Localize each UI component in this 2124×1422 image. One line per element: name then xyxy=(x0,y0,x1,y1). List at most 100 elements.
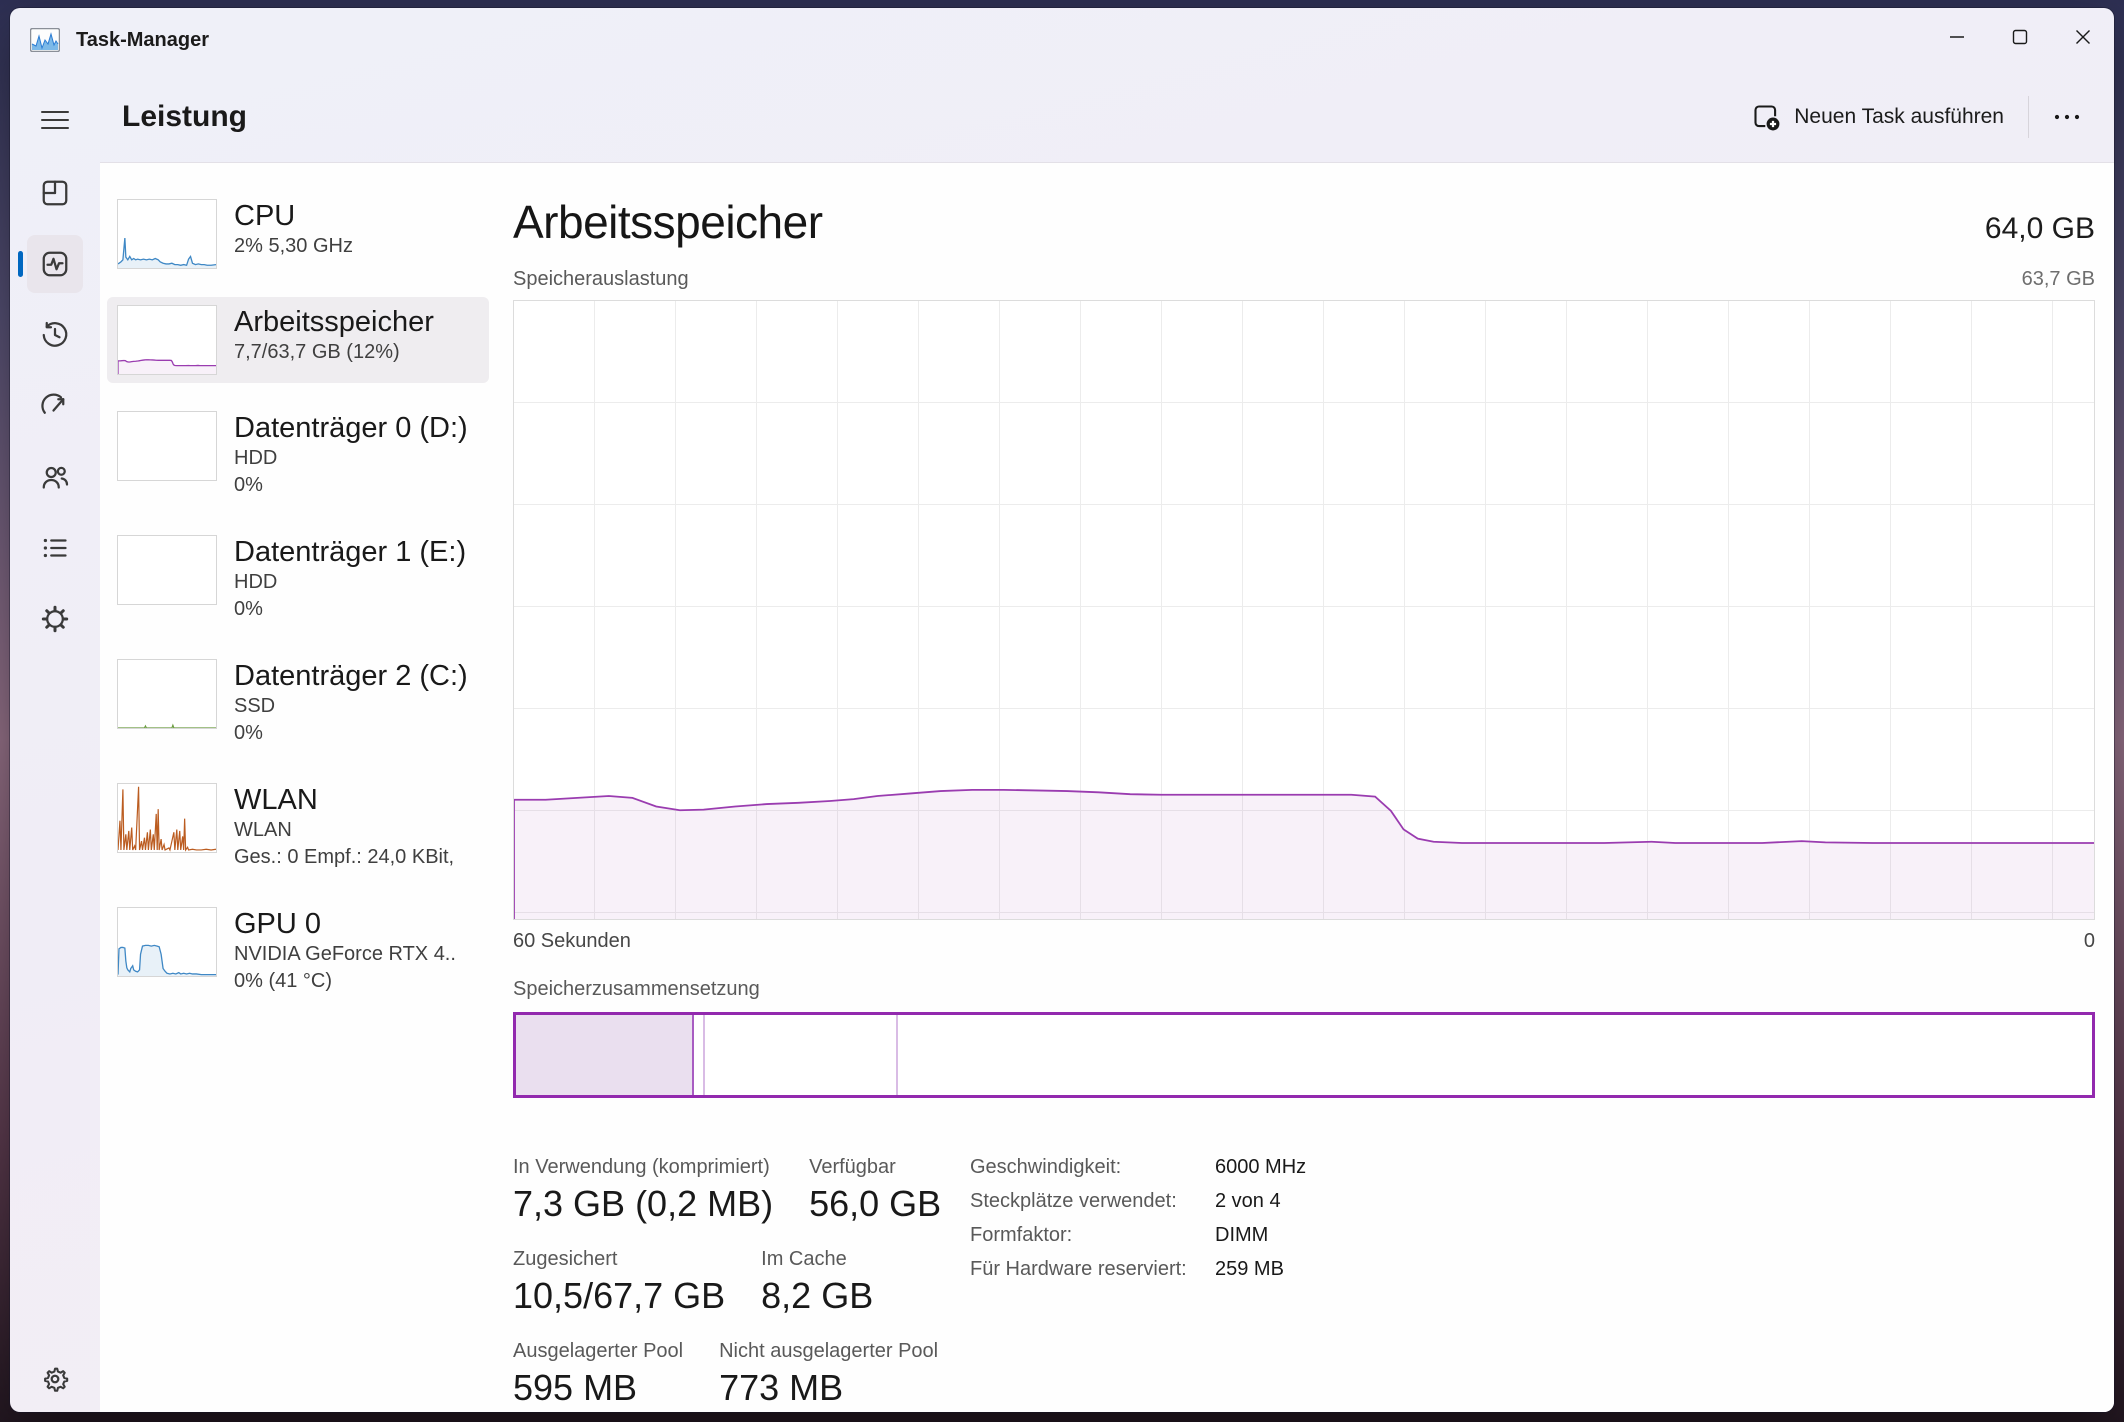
sidebar-item-app-history[interactable] xyxy=(27,306,83,364)
stat-label: In Verwendung (komprimiert) xyxy=(513,1154,773,1180)
perf-item-gpu[interactable]: GPU 0 NVIDIA GeForce RTX 4.. 0% (41 °C) xyxy=(107,899,489,1003)
stat-label: Verfügbar xyxy=(809,1154,941,1180)
perf-item-subline: 0% xyxy=(234,720,468,747)
perf-item-subline: NVIDIA GeForce RTX 4.. xyxy=(234,941,456,968)
sidebar-item-users[interactable] xyxy=(27,448,83,506)
stat-label: Ausgelagerter Pool xyxy=(513,1338,683,1364)
composition-divider-standby xyxy=(896,1015,898,1095)
hw-value: 6000 MHz xyxy=(1215,1154,1306,1180)
perf-item-disk0[interactable]: Datenträger 0 (D:) HDD 0% xyxy=(107,403,489,507)
navigation-menu-button[interactable] xyxy=(31,100,79,140)
stat-value: 8,2 GB xyxy=(761,1274,873,1318)
task-manager-window: Task-Manager xyxy=(10,8,2114,1412)
perf-item-subline: HDD xyxy=(234,569,466,596)
details-icon xyxy=(40,533,70,563)
ellipsis-icon xyxy=(2053,113,2081,121)
sidebar xyxy=(10,72,100,1412)
memory-capacity: 64,0 GB xyxy=(1985,200,2095,258)
memory-stats: In Verwendung (komprimiert) 7,3 GB (0,2 … xyxy=(513,1154,970,1412)
composition-label: Speicherzusammensetzung xyxy=(513,976,2095,1002)
perf-item-subline: Ges.: 0 Empf.: 24,0 KBit, xyxy=(234,844,454,871)
perf-item-title: GPU 0 xyxy=(234,907,456,941)
sidebar-item-performance[interactable] xyxy=(27,235,83,293)
sidebar-item-details[interactable] xyxy=(27,519,83,577)
close-button[interactable] xyxy=(2051,8,2114,66)
perf-item-subline: 0% (41 °C) xyxy=(234,968,456,995)
usage-graph-max: 63,7 GB xyxy=(2022,266,2095,292)
perf-item-wlan[interactable]: WLAN WLAN Ges.: 0 Empf.: 24,0 KBit, xyxy=(107,775,489,879)
perf-item-title: Arbeitsspeicher xyxy=(234,305,434,339)
perf-item-subline: 0% xyxy=(234,472,468,499)
perf-item-subline: HDD xyxy=(234,445,468,472)
perf-item-subline: 7,7/63,7 GB (12%) xyxy=(234,339,434,366)
perf-item-subline: WLAN xyxy=(234,817,454,844)
startup-apps-icon xyxy=(40,391,70,421)
perf-item-subline: 0% xyxy=(234,596,466,623)
app-history-icon xyxy=(40,320,70,350)
hw-label: Geschwindigkeit: xyxy=(970,1154,1215,1180)
window-title: Task-Manager xyxy=(76,29,209,52)
titlebar: Task-Manager xyxy=(10,8,2114,72)
hamburger-icon xyxy=(41,109,69,131)
perf-item-disk1[interactable]: Datenträger 1 (E:) HDD 0% xyxy=(107,527,489,631)
perf-item-disk2[interactable]: Datenträger 2 (C:) SSD 0% xyxy=(107,651,489,755)
perf-item-memory[interactable]: Arbeitsspeicher 7,7/63,7 GB (12%) xyxy=(107,297,489,383)
settings-gear-icon xyxy=(40,1364,70,1394)
cpu-sparkline-chart xyxy=(117,199,217,269)
run-new-task-button[interactable]: Neuen Task ausführen xyxy=(1738,93,2018,141)
users-icon xyxy=(40,462,70,492)
time-axis-right-label: 0 xyxy=(2084,928,2095,954)
sidebar-item-startup-apps[interactable] xyxy=(27,377,83,435)
disk2-sparkline-chart xyxy=(117,659,217,729)
maximize-icon xyxy=(2012,29,2028,45)
usage-graph-label: Speicherauslastung xyxy=(513,266,689,292)
perf-item-subline: SSD xyxy=(234,693,468,720)
memory-sparkline-chart xyxy=(117,305,217,375)
stat-value: 10,5/67,7 GB xyxy=(513,1274,725,1318)
disk1-sparkline-chart xyxy=(117,535,217,605)
stat-value: 595 MB xyxy=(513,1366,683,1410)
toolbar-divider xyxy=(2028,96,2029,138)
performance-list: CPU 2% 5,30 GHz Arbeitsspeicher 7,7/63,7… xyxy=(100,163,489,1412)
memory-composition-bar xyxy=(513,1012,2095,1098)
memory-usage-graph xyxy=(513,300,2095,920)
sidebar-item-settings[interactable] xyxy=(27,1350,83,1408)
page-title: Leistung xyxy=(122,100,247,134)
composition-divider-in-use xyxy=(692,1015,694,1095)
stat-label: Im Cache xyxy=(761,1246,873,1272)
hardware-info-table: Geschwindigkeit: 6000 MHz Steckplätze ve… xyxy=(970,1154,1306,1412)
stat-value: 773 MB xyxy=(719,1366,938,1410)
hw-label: Für Hardware reserviert: xyxy=(970,1256,1215,1282)
minimize-button[interactable] xyxy=(1925,8,1988,66)
detail-title: Arbeitsspeicher xyxy=(513,193,823,251)
stat-label: Zugesichert xyxy=(513,1246,725,1272)
time-axis-left-label: 60 Sekunden xyxy=(513,928,631,954)
toolbar: Leistung Neuen Task ausführen xyxy=(100,72,2114,163)
composition-divider-modified xyxy=(703,1015,705,1095)
wlan-sparkline-chart xyxy=(117,783,217,853)
disk0-sparkline-chart xyxy=(117,411,217,481)
perf-item-title: CPU xyxy=(234,199,353,233)
perf-item-title: Datenträger 1 (E:) xyxy=(234,535,466,569)
stat-label: Nicht ausgelagerter Pool xyxy=(719,1338,938,1364)
minimize-icon xyxy=(1949,29,1965,45)
more-options-button[interactable] xyxy=(2039,95,2095,139)
perf-item-cpu[interactable]: CPU 2% 5,30 GHz xyxy=(107,191,489,277)
composition-segment-in-use xyxy=(516,1015,693,1095)
run-new-task-label: Neuen Task ausführen xyxy=(1794,105,2004,129)
new-task-icon xyxy=(1752,103,1780,131)
gpu-sparkline-chart xyxy=(117,907,217,977)
maximize-button[interactable] xyxy=(1988,8,2051,66)
perf-item-title: Datenträger 2 (C:) xyxy=(234,659,468,693)
hw-label: Steckplätze verwendet: xyxy=(970,1188,1215,1214)
close-icon xyxy=(2075,29,2091,45)
window-controls xyxy=(1925,8,2114,66)
task-manager-app-icon xyxy=(30,28,60,52)
sidebar-item-services[interactable] xyxy=(27,590,83,648)
hw-value: DIMM xyxy=(1215,1222,1306,1248)
hw-value: 259 MB xyxy=(1215,1256,1306,1282)
hw-value: 2 von 4 xyxy=(1215,1188,1306,1214)
perf-item-title: WLAN xyxy=(234,783,454,817)
sidebar-item-processes[interactable] xyxy=(27,164,83,222)
services-icon xyxy=(40,604,70,634)
